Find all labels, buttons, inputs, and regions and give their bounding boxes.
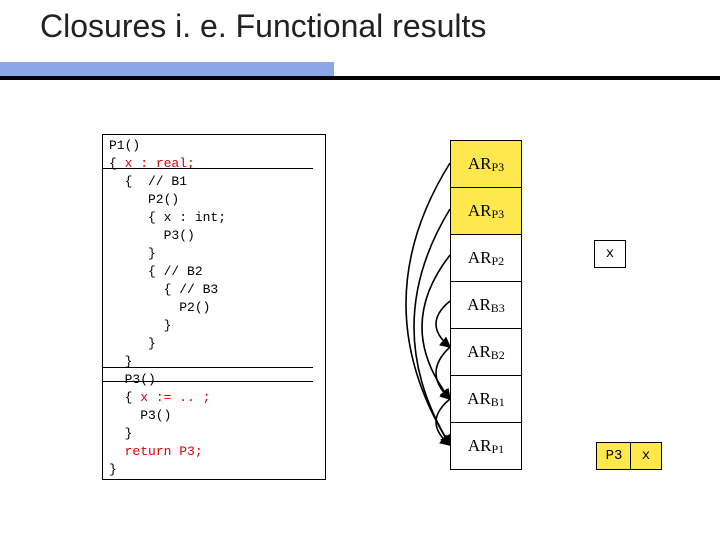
rule-blue <box>0 62 334 76</box>
code-divider <box>103 381 313 382</box>
stack-cell-2: ARP2 <box>450 234 522 281</box>
stack-cell-0: ARP3 <box>450 140 522 187</box>
code-divider <box>103 367 313 368</box>
code-divider <box>103 168 313 169</box>
code-line: { x : int; <box>109 210 226 225</box>
rule-black <box>0 76 720 80</box>
activation-record-stack: ARP3ARP3ARP2ARB3ARB2ARB1ARP1 <box>450 140 522 470</box>
code-line: } <box>109 246 156 261</box>
stack-cell-1: ARP3 <box>450 187 522 234</box>
code-highlight: x := .. ; <box>140 390 210 405</box>
stack-cell-5: ARB1 <box>450 375 522 422</box>
code-highlight: return P3; <box>125 444 203 459</box>
page-title: Closures i. e. Functional results <box>40 8 486 45</box>
closure-x-box: x <box>630 442 662 470</box>
stack-cell-3: ARB3 <box>450 281 522 328</box>
code-line: } <box>109 336 156 351</box>
code-line: } <box>109 426 132 441</box>
code-line: P2() <box>109 192 179 207</box>
closure-p3-box: P3 <box>596 442 632 470</box>
code-block: P1() { x : real; { // B1 P2() { x : int;… <box>102 134 326 480</box>
code-line: } <box>109 462 117 477</box>
var-x-box: x <box>594 240 626 268</box>
code-line: { // B1 <box>109 174 187 189</box>
code-line: P3() <box>109 408 171 423</box>
static-link-arcs <box>360 140 460 468</box>
code-line: P2() <box>109 300 210 315</box>
title-underline <box>0 62 720 82</box>
code-line: P3() <box>109 372 156 387</box>
code-line: P3() <box>109 228 195 243</box>
code-line <box>109 444 125 459</box>
code-line: { // B2 <box>109 264 203 279</box>
code-line: } <box>109 318 171 333</box>
stack-cell-4: ARB2 <box>450 328 522 375</box>
code-line: { // B3 <box>109 282 218 297</box>
code-line: { <box>109 390 140 405</box>
stack-cell-6: ARP1 <box>450 422 522 470</box>
code-line: P1() <box>109 138 140 153</box>
